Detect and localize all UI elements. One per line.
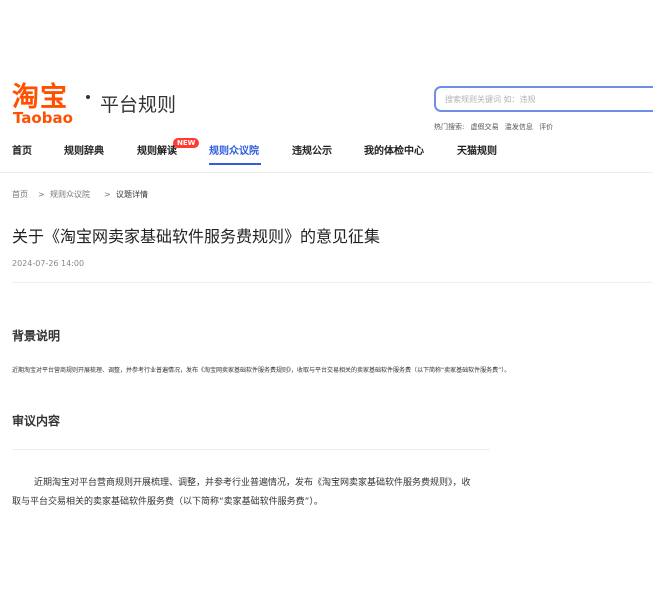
title-divider [12, 282, 653, 283]
article-date: 2024-07-26 14:00 [12, 259, 85, 268]
logo-separator-dot [86, 95, 90, 99]
hot-search-link[interactable]: 滥发信息 [505, 123, 533, 131]
content-divider [12, 449, 490, 450]
taobao-logo-en[interactable]: Taobao [13, 110, 73, 126]
hot-search-link[interactable]: 评价 [539, 123, 553, 131]
nav-item-health-check[interactable]: 我的体检中心 [364, 146, 424, 158]
breadcrumb-separator: > [38, 190, 45, 199]
active-tab-indicator [209, 163, 261, 165]
article-title: 关于《淘宝网卖家基础软件服务费规则》的意见征集 [12, 227, 381, 246]
background-text: 近期淘宝对平台营商规则开展梳理、调整，并参考行业普遍情况，发布《淘宝网卖家基础软… [12, 367, 511, 374]
hot-search-label: 热门搜索: [434, 123, 465, 131]
breadcrumb-separator: > [104, 190, 111, 199]
hot-search-row: 热门搜索: 虚假交易 滥发信息 评价 [434, 123, 557, 132]
nav-item-rule-interpretation[interactable]: 规则解读 [137, 146, 177, 158]
background-heading: 背景说明 [12, 329, 61, 343]
nav-divider [0, 172, 653, 173]
nav-item-rule-council[interactable]: 规则众议院 [209, 146, 259, 158]
new-badge: NEW [173, 138, 200, 148]
nav-item-rule-dictionary[interactable]: 规则辞典 [64, 146, 104, 158]
nav-item-violation-notice[interactable]: 违规公示 [292, 146, 332, 158]
site-title: 平台规则 [100, 94, 177, 116]
breadcrumb-current: 议题详情 [116, 190, 148, 199]
nav-item-tmall-rules[interactable]: 天猫规则 [457, 146, 497, 158]
nav-item-home[interactable]: 首页 [12, 146, 32, 158]
breadcrumb-home[interactable]: 首页 [12, 190, 28, 200]
breadcrumb-rule-council[interactable]: 规则众议院 [50, 190, 90, 200]
search-input[interactable]: 搜索规则关键词 如：违规 [434, 86, 653, 112]
content-text: 近期淘宝对平台营商规则开展梳理、调整，并参考行业普遍情况，发布《淘宝网卖家基础软… [12, 478, 471, 507]
content-heading: 审议内容 [12, 414, 61, 428]
hot-search-link[interactable]: 虚假交易 [471, 123, 499, 131]
